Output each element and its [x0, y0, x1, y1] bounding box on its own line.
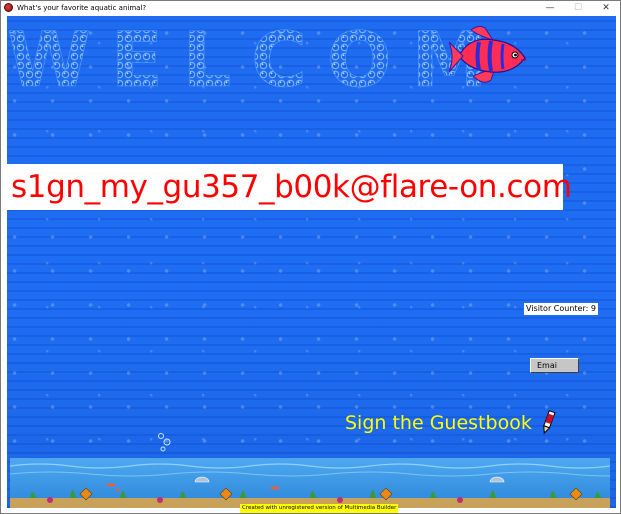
- close-button[interactable]: ✕: [592, 1, 620, 14]
- fish-icon: [449, 25, 527, 83]
- app-icon[interactable]: [4, 3, 13, 12]
- email-address: s1gn_my_gu357_b00k@flare-on.com: [11, 169, 572, 205]
- guestbook-label: Sign the Guestbook: [345, 412, 532, 434]
- ocean-stage: WELCOM s1gn_my_gu357_b00k@flare-on.com V…: [7, 16, 616, 508]
- window-controls: — ☐ ✕: [536, 1, 620, 14]
- footer-note: Created with unregistered version of Mul…: [240, 504, 399, 513]
- welcome-text: WELCOM: [7, 16, 507, 104]
- visitor-counter: Visitor Counter: 9: [524, 303, 598, 315]
- app-window: What's your favorite aquatic animal? — ☐…: [0, 0, 621, 514]
- email-banner: s1gn_my_gu357_b00k@flare-on.com: [7, 164, 572, 210]
- pencil-icon: [543, 410, 556, 435]
- email-button[interactable]: Emai: [530, 358, 579, 373]
- window-title: What's your favorite aquatic animal?: [17, 3, 147, 12]
- title-bar[interactable]: What's your favorite aquatic animal? — ☐…: [1, 1, 620, 14]
- seafloor-scene: [10, 458, 610, 508]
- maximize-button[interactable]: ☐: [564, 1, 592, 14]
- minimize-button[interactable]: —: [536, 1, 564, 14]
- small-bubbles: [158, 433, 171, 452]
- sign-guestbook-link[interactable]: Sign the Guestbook: [345, 410, 556, 436]
